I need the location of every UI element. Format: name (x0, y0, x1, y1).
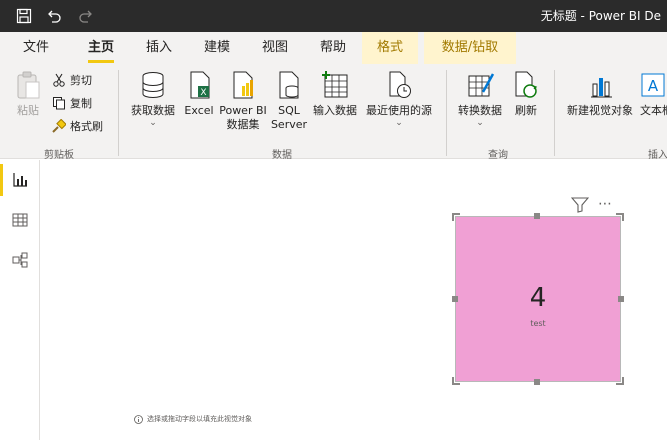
ribbon-separator (118, 70, 119, 156)
paintbrush-icon (52, 119, 66, 133)
model-view-button[interactable] (0, 240, 40, 280)
card-value: 4 (529, 283, 547, 313)
save-icon[interactable] (14, 6, 34, 26)
redo-icon[interactable] (76, 6, 96, 26)
recent-sources-button[interactable]: 最近使用的源 ⌄ (362, 70, 436, 128)
tab-view[interactable]: 视图 (252, 32, 298, 64)
refresh-button[interactable]: 刷新 (510, 70, 542, 118)
group-label-query: 查询 (488, 150, 508, 161)
transform-data-label: 转换数据 (458, 104, 502, 117)
refresh-label: 刷新 (515, 104, 537, 117)
table-grid-icon (322, 71, 348, 98)
tab-modeling[interactable]: 建模 (194, 32, 240, 64)
tab-format[interactable]: 格式 (362, 32, 418, 64)
model-icon (12, 252, 28, 268)
scissors-icon (53, 73, 65, 87)
group-label-data: 数据 (272, 150, 292, 161)
text-box-icon: A (641, 73, 665, 97)
new-visual-button[interactable]: 新建视觉对象 (562, 70, 638, 118)
chevron-down-icon: ⌄ (476, 118, 484, 128)
bar-chart-icon (13, 173, 27, 187)
pbi-dataset-label-2: 数据集 (226, 118, 260, 131)
more-options-icon[interactable]: ⋯ (598, 196, 613, 212)
tab-help[interactable]: 帮助 (310, 32, 356, 64)
excel-icon: X (190, 71, 210, 99)
transform-data-button[interactable]: 转换数据 ⌄ (454, 70, 506, 128)
window-title: 无标题 - Power BI De (540, 9, 661, 23)
resize-handle-right[interactable] (618, 296, 624, 302)
resize-corner-top-right[interactable] (616, 213, 624, 221)
group-label-clipboard: 剪贴板 (44, 150, 74, 161)
pbi-dataset-label-1: Power BI (219, 104, 267, 117)
tab-home[interactable]: 主页 (78, 32, 124, 64)
tab-file[interactable]: 文件 (12, 32, 60, 64)
resize-corner-bottom-right[interactable] (616, 377, 624, 385)
format-painter-label: 格式刷 (70, 120, 103, 133)
filter-icon[interactable] (570, 197, 590, 217)
sql-label-2: Server (270, 118, 308, 131)
copy-icon (53, 97, 65, 110)
excel-button[interactable]: X Excel (184, 70, 214, 118)
recent-sources-icon (389, 71, 411, 98)
resize-corner-top-left[interactable] (452, 213, 460, 221)
report-view-button[interactable] (0, 160, 40, 200)
enter-data-label: 输入数据 (313, 104, 357, 117)
paste-icon (17, 71, 40, 99)
canvas-hint: 选择或拖动字段以填充此视觉对象 (134, 414, 252, 424)
excel-label: Excel (184, 104, 214, 117)
sql-server-icon (279, 71, 299, 99)
sql-label-1: SQL (278, 104, 300, 117)
power-bi-dataset-button[interactable]: Power BI 数据集 (218, 70, 268, 132)
get-data-button[interactable]: 获取数据 ⌄ (126, 70, 180, 128)
data-view-button[interactable] (0, 200, 40, 240)
sql-server-button[interactable]: SQL Server (270, 70, 308, 132)
recent-sources-label: 最近使用的源 (366, 104, 432, 117)
transform-data-icon (468, 73, 495, 97)
view-switcher (0, 160, 40, 440)
text-box-button[interactable]: A 文本框 (640, 70, 667, 118)
text-box-label: 文本框 (640, 104, 667, 117)
copy-label: 复制 (70, 97, 92, 110)
tab-data-drill[interactable]: 数据/钻取 (424, 32, 516, 64)
ribbon-separator (446, 70, 447, 156)
chevron-down-icon: ⌄ (149, 118, 157, 128)
refresh-icon (515, 71, 538, 98)
ribbon: 粘贴 剪切 复制 格式刷 剪贴板 获取数据 ⌄ X Excel Power BI… (0, 64, 667, 161)
resize-corner-bottom-left[interactable] (452, 377, 460, 385)
card-caption: test (530, 319, 546, 328)
resize-handle-bottom[interactable] (534, 379, 540, 385)
ribbon-separator (554, 70, 555, 156)
undo-icon[interactable] (44, 6, 64, 26)
cut-label: 剪切 (70, 74, 92, 87)
paste-label: 粘贴 (17, 104, 39, 117)
chevron-down-icon: ⌄ (395, 118, 403, 128)
table-icon (12, 213, 28, 227)
ribbon-tabs: 文件 主页 插入 建模 视图 帮助 格式 数据/钻取 (0, 32, 667, 64)
new-visual-label: 新建视觉对象 (567, 104, 633, 117)
info-icon (134, 414, 143, 424)
resize-handle-top[interactable] (534, 213, 540, 219)
dataset-icon (233, 71, 253, 99)
tab-insert[interactable]: 插入 (136, 32, 182, 64)
database-icon (142, 72, 164, 98)
new-visual-icon (591, 78, 612, 98)
resize-handle-left[interactable] (452, 296, 458, 302)
svg-text:X: X (200, 88, 206, 98)
card-visual[interactable]: 4 test (455, 216, 621, 382)
group-label-insert: 插入 (648, 150, 667, 161)
enter-data-button[interactable]: 输入数据 (310, 70, 360, 118)
title-bar: 无标题 - Power BI De (0, 0, 667, 32)
cut-button[interactable]: 剪切 (52, 72, 92, 88)
copy-button[interactable]: 复制 (52, 95, 92, 111)
canvas-hint-text: 选择或拖动字段以填充此视觉对象 (147, 415, 252, 423)
paste-button[interactable]: 粘贴 (10, 70, 46, 118)
format-painter-button[interactable]: 格式刷 (52, 118, 103, 134)
get-data-label: 获取数据 (131, 104, 175, 117)
svg-text:A: A (648, 77, 659, 95)
